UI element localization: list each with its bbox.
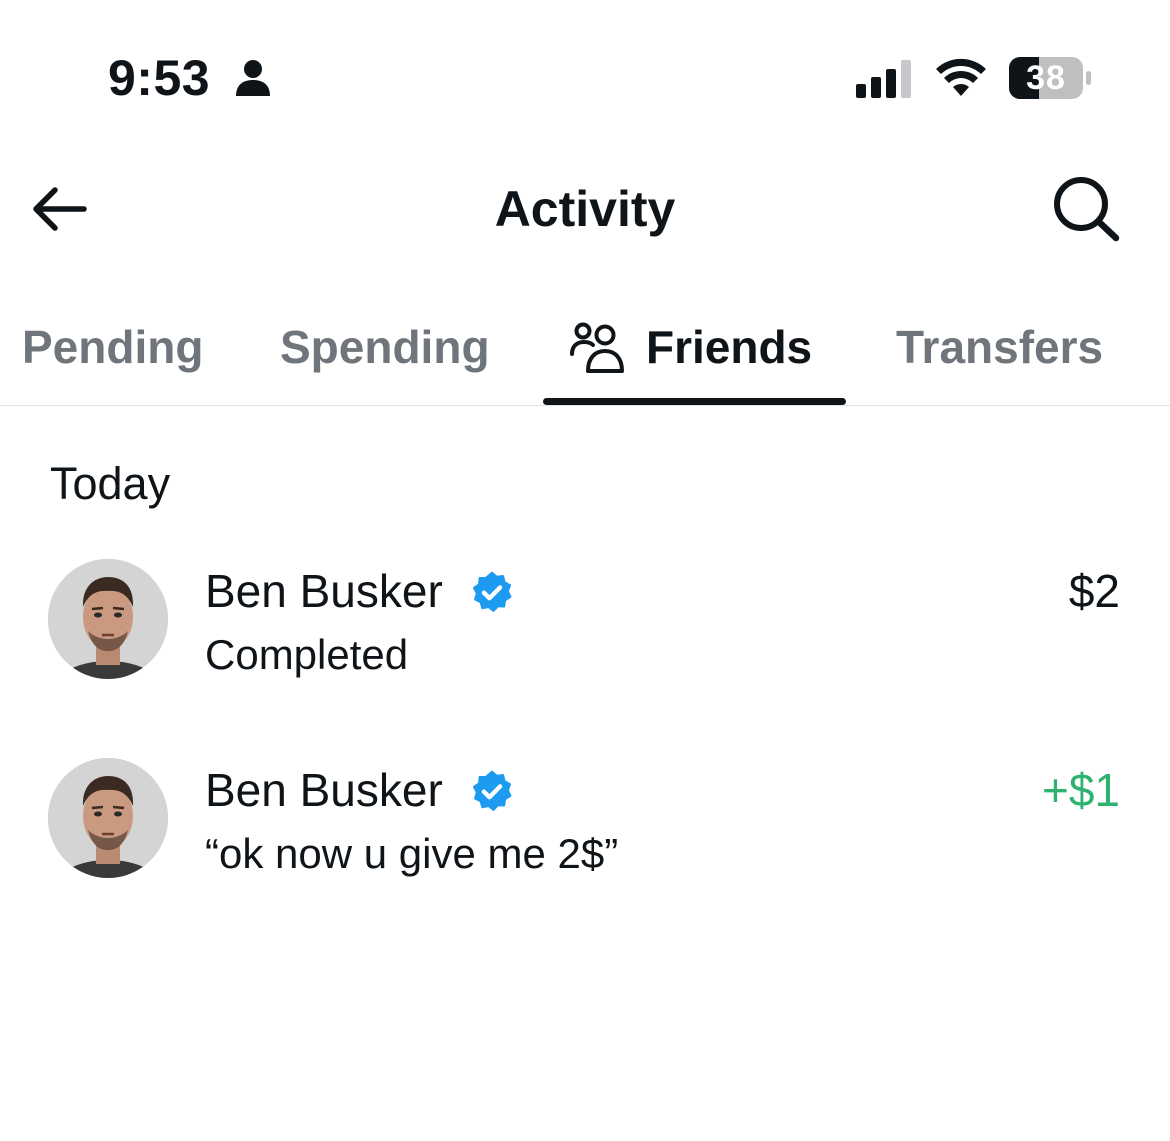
contact-name: Ben Busker <box>205 764 443 816</box>
status-time: 9:53 <box>108 50 211 106</box>
person-icon <box>236 60 270 96</box>
activity-amount: +$1 <box>1041 764 1120 816</box>
battery-level: 38 <box>1026 59 1066 97</box>
tab-spending[interactable]: Spending <box>280 312 490 382</box>
signal-icon <box>856 60 911 98</box>
avatar <box>48 559 168 679</box>
tab-bar: Pending Spending Friends Transfers <box>0 300 1170 406</box>
tab-pending[interactable]: Pending <box>22 312 203 382</box>
header: Activity <box>0 150 1170 270</box>
activity-row[interactable]: Ben Busker Completed $2 <box>0 555 1170 705</box>
wifi-icon <box>936 58 986 96</box>
activity-status: Completed <box>205 631 409 678</box>
activity-screen: 9:53 38 Activity Pending Spending Friend… <box>0 0 1170 1141</box>
active-tab-indicator <box>543 398 846 405</box>
page-title: Activity <box>494 181 676 237</box>
activity-message: “ok now u give me 2$” <box>205 830 619 877</box>
tab-friends-label: Friends <box>646 321 813 373</box>
avatar <box>48 758 168 878</box>
friends-icon <box>570 322 624 373</box>
activity-row[interactable]: Ben Busker “ok now u give me 2$” +$1 <box>0 754 1170 904</box>
status-bar: 9:53 38 <box>0 0 1170 130</box>
verified-badge-icon <box>472 770 512 811</box>
search-icon[interactable] <box>1050 174 1122 242</box>
activity-amount: $2 <box>1068 565 1120 617</box>
section-title-today: Today <box>50 458 171 509</box>
contact-name: Ben Busker <box>205 565 443 617</box>
tab-transfers[interactable]: Transfers <box>896 312 1103 382</box>
verified-badge-icon <box>472 571 512 612</box>
